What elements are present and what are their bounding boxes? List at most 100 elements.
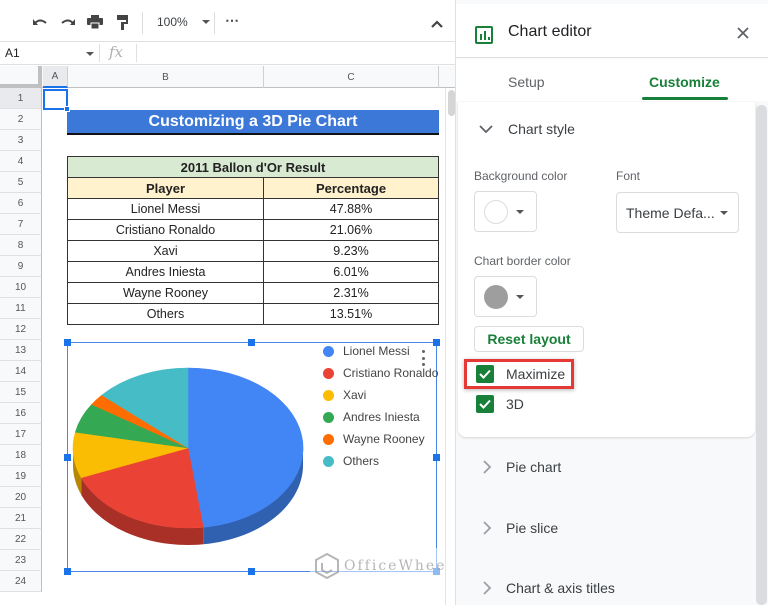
row-header[interactable]: 13 — [0, 340, 42, 361]
resize-handle-bottom[interactable] — [248, 568, 255, 575]
legend-item[interactable]: Others — [323, 450, 439, 472]
resize-handle-top[interactable] — [248, 339, 255, 346]
watermark-text: OfficeWheel — [344, 558, 453, 574]
fill-handle[interactable] — [64, 106, 70, 112]
legend-item[interactable]: Xavi — [323, 384, 439, 406]
cell-player[interactable]: Lionel Messi — [67, 198, 264, 220]
3d-checkbox[interactable]: 3D — [476, 395, 524, 413]
row-header[interactable]: 15 — [0, 382, 42, 403]
chevron-up-icon[interactable] — [430, 16, 444, 28]
row-header[interactable]: 14 — [0, 361, 42, 382]
cell-percentage[interactable]: 21.06% — [263, 219, 439, 241]
table-row: Andres Iniesta 6.01% — [67, 261, 439, 283]
resize-handle-bottom-left[interactable] — [64, 568, 71, 575]
name-box[interactable]: A1 — [5, 46, 20, 60]
column-header-b[interactable]: B — [68, 66, 264, 88]
chevron-down-icon[interactable] — [86, 52, 94, 56]
column-header-a[interactable]: A — [43, 66, 68, 88]
chart-menu-icon[interactable] — [420, 350, 426, 366]
row-header[interactable]: 9 — [0, 256, 42, 277]
row-header[interactable]: 17 — [0, 424, 42, 445]
row-header[interactable]: 1 — [0, 88, 42, 109]
column-header-c[interactable]: C — [264, 66, 439, 88]
cell-percentage[interactable]: 6.01% — [263, 261, 439, 283]
chevron-down-icon — [516, 295, 524, 299]
cell-percentage[interactable]: 9.23% — [263, 240, 439, 262]
print-icon[interactable] — [86, 14, 104, 30]
table-caption[interactable]: 2011 Ballon d'Or Result — [67, 156, 439, 178]
close-icon[interactable] — [736, 26, 750, 40]
redo-icon[interactable] — [59, 14, 77, 30]
cell-player[interactable]: Cristiano Ronaldo — [67, 219, 264, 241]
section-label: Pie chart — [506, 459, 562, 475]
scrollbar-thumb[interactable] — [448, 90, 455, 116]
editor-scrollbar[interactable] — [756, 105, 767, 605]
row-header[interactable]: 24 — [0, 571, 42, 592]
legend-item[interactable]: Andres Iniesta — [323, 406, 439, 428]
3d-label: 3D — [506, 396, 524, 412]
row-header[interactable]: 4 — [0, 151, 42, 172]
header-player[interactable]: Player — [67, 177, 264, 199]
row-header[interactable]: 8 — [0, 235, 42, 256]
header-percentage[interactable]: Percentage — [263, 177, 439, 199]
table-row: Xavi 9.23% — [67, 240, 439, 262]
row-header[interactable]: 23 — [0, 550, 42, 571]
row-header[interactable]: 6 — [0, 193, 42, 214]
maximize-checkbox[interactable]: Maximize — [476, 365, 565, 383]
row-header[interactable]: 7 — [0, 214, 42, 235]
cell-player[interactable]: Wayne Rooney — [67, 282, 264, 304]
chart-editor-title: Chart editor — [508, 23, 592, 40]
more-options-icon[interactable]: ⋯ — [225, 12, 240, 29]
formula-input[interactable] — [142, 46, 442, 62]
legend-item[interactable]: Wayne Rooney — [323, 428, 439, 450]
font-select[interactable]: Theme Defa... — [616, 192, 739, 233]
border-color-picker[interactable] — [474, 276, 537, 317]
resize-handle-right[interactable] — [433, 454, 440, 461]
chevron-right-icon — [483, 521, 492, 535]
paint-format-icon[interactable] — [114, 14, 132, 30]
section-chart-style[interactable]: Chart style — [478, 121, 575, 137]
cell-percentage[interactable]: 13.51% — [263, 303, 439, 325]
resize-handle-top-right[interactable] — [433, 339, 440, 346]
row-header[interactable]: 16 — [0, 403, 42, 424]
section-pie-chart[interactable]: Pie chart — [482, 459, 561, 475]
row-header[interactable]: 12 — [0, 319, 42, 340]
undo-icon[interactable] — [31, 14, 49, 30]
sheet-title-banner[interactable]: Customizing a 3D Pie Chart — [67, 110, 439, 135]
row-header[interactable]: 21 — [0, 508, 42, 529]
row-header[interactable]: 20 — [0, 487, 42, 508]
row-header[interactable]: 3 — [0, 130, 42, 151]
reset-layout-button[interactable]: Reset layout — [474, 326, 584, 352]
resize-handle-left[interactable] — [64, 454, 71, 461]
row-header[interactable]: 5 — [0, 172, 42, 193]
background-color-picker[interactable] — [474, 191, 537, 232]
cell-player[interactable]: Xavi — [67, 240, 264, 262]
row-header[interactable]: 22 — [0, 529, 42, 550]
legend-label: Xavi — [343, 388, 367, 402]
cell-percentage[interactable]: 2.31% — [263, 282, 439, 304]
section-pie-slice[interactable]: Pie slice — [482, 520, 558, 536]
cell-player[interactable]: Others — [67, 303, 264, 325]
tab-customize[interactable]: Customize — [649, 74, 720, 90]
vertical-scrollbar[interactable] — [445, 88, 455, 605]
cell-percentage[interactable]: 47.88% — [263, 198, 439, 220]
tab-setup[interactable]: Setup — [508, 74, 545, 90]
divider — [136, 44, 137, 62]
row-header[interactable]: 19 — [0, 466, 42, 487]
section-label: Chart & axis titles — [506, 580, 615, 596]
row-header[interactable]: 10 — [0, 277, 42, 298]
checkbox-checked-icon — [476, 395, 494, 413]
row-header[interactable]: 18 — [0, 445, 42, 466]
section-chart-axis-titles[interactable]: Chart & axis titles — [482, 580, 615, 596]
chart-editor-panel: Chart editor Setup Customize Chart style… — [455, 0, 768, 605]
cell-player[interactable]: Andres Iniesta — [67, 261, 264, 283]
chart-editor-icon — [475, 26, 493, 44]
row-header[interactable]: 11 — [0, 298, 42, 319]
select-all-corner[interactable] — [0, 66, 42, 88]
zoom-select[interactable]: 100% — [157, 15, 210, 29]
resize-handle-top-left[interactable] — [64, 339, 71, 346]
toolbar: 100% ⋯ — [0, 4, 455, 40]
legend-color-dot — [323, 433, 334, 445]
legend-color-dot — [323, 455, 334, 467]
row-header[interactable]: 2 — [0, 109, 42, 130]
